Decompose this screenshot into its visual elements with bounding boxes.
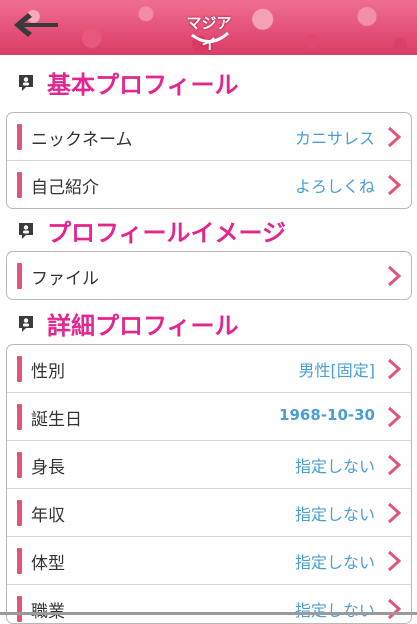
- row-height[interactable]: 身長 指定しない: [7, 440, 411, 488]
- row-file[interactable]: ファイル: [7, 252, 411, 299]
- row-label: ニックネーム: [31, 130, 133, 150]
- row-label: 年収: [31, 506, 65, 526]
- profile-card-icon: [19, 316, 33, 332]
- back-arrow-icon: [14, 13, 58, 37]
- row-value: 指定しない: [294, 553, 375, 572]
- row-accent-bar: [17, 500, 22, 526]
- app-header: マジアイ: [0, 0, 417, 55]
- section-title: 基本プロフィール: [47, 71, 239, 99]
- logo-swoosh-icon: [191, 31, 229, 43]
- row-label: ファイル: [31, 269, 99, 289]
- row-value: 指定しない: [294, 601, 375, 620]
- row-accent-bar: [17, 356, 22, 382]
- section-title: プロフィールイメージ: [47, 219, 287, 247]
- section-detail-header: 詳細プロフィール: [0, 303, 417, 343]
- chevron-right-icon: [387, 454, 401, 476]
- row-value: 1968-10-30: [279, 406, 375, 424]
- profile-card-icon: [19, 223, 33, 239]
- chevron-right-icon: [387, 174, 401, 196]
- chevron-right-icon: [387, 265, 401, 287]
- row-income[interactable]: 年収 指定しない: [7, 488, 411, 536]
- basic-profile-card: ニックネーム カニサレス 自己紹介 よろしくね: [6, 112, 412, 209]
- detail-profile-card: 性別 男性[固定] 誕生日 1968-10-30 身長 指定しない 年収 指定し…: [6, 344, 412, 624]
- chevron-right-icon: [387, 406, 401, 428]
- chevron-right-icon: [387, 358, 401, 380]
- chevron-right-icon: [387, 126, 401, 148]
- row-accent-bar: [17, 548, 22, 574]
- row-accent-bar: [17, 452, 22, 478]
- row-label: 自己紹介: [31, 178, 99, 198]
- row-gender[interactable]: 性別 男性[固定]: [7, 345, 411, 392]
- row-accent-bar: [17, 404, 22, 430]
- row-value: 男性[固定]: [298, 361, 376, 380]
- back-button[interactable]: [10, 10, 62, 40]
- row-label: 体型: [31, 554, 65, 574]
- section-title: 詳細プロフィール: [47, 312, 239, 340]
- row-body-type[interactable]: 体型 指定しない: [7, 536, 411, 584]
- section-basic-header: 基本プロフィール: [0, 62, 417, 102]
- row-label: 身長: [31, 458, 65, 478]
- row-accent-bar: [17, 124, 22, 150]
- profile-image-card: ファイル: [6, 251, 412, 300]
- row-nickname[interactable]: ニックネーム カニサレス: [7, 113, 411, 160]
- profile-card-icon: [19, 75, 33, 91]
- row-accent-bar: [17, 263, 22, 289]
- row-accent-bar: [17, 596, 22, 622]
- row-occupation[interactable]: 職業 指定しない: [7, 584, 411, 623]
- section-image-header: プロフィールイメージ: [0, 210, 417, 250]
- row-accent-bar: [17, 172, 22, 198]
- row-value: よろしくね: [294, 177, 375, 196]
- row-label: 誕生日: [31, 410, 82, 430]
- row-label: 職業: [31, 597, 65, 622]
- row-birthday[interactable]: 誕生日 1968-10-30: [7, 392, 411, 440]
- row-value: カニサレス: [294, 129, 375, 148]
- row-value: 指定しない: [294, 505, 375, 524]
- row-self-intro[interactable]: 自己紹介 よろしくね: [7, 160, 411, 208]
- app-logo: マジアイ: [180, 6, 238, 53]
- chevron-right-icon: [387, 502, 401, 524]
- row-label: 性別: [31, 362, 65, 382]
- chevron-right-icon: [387, 550, 401, 572]
- row-value: 指定しない: [294, 457, 375, 476]
- chevron-right-icon: [387, 598, 401, 620]
